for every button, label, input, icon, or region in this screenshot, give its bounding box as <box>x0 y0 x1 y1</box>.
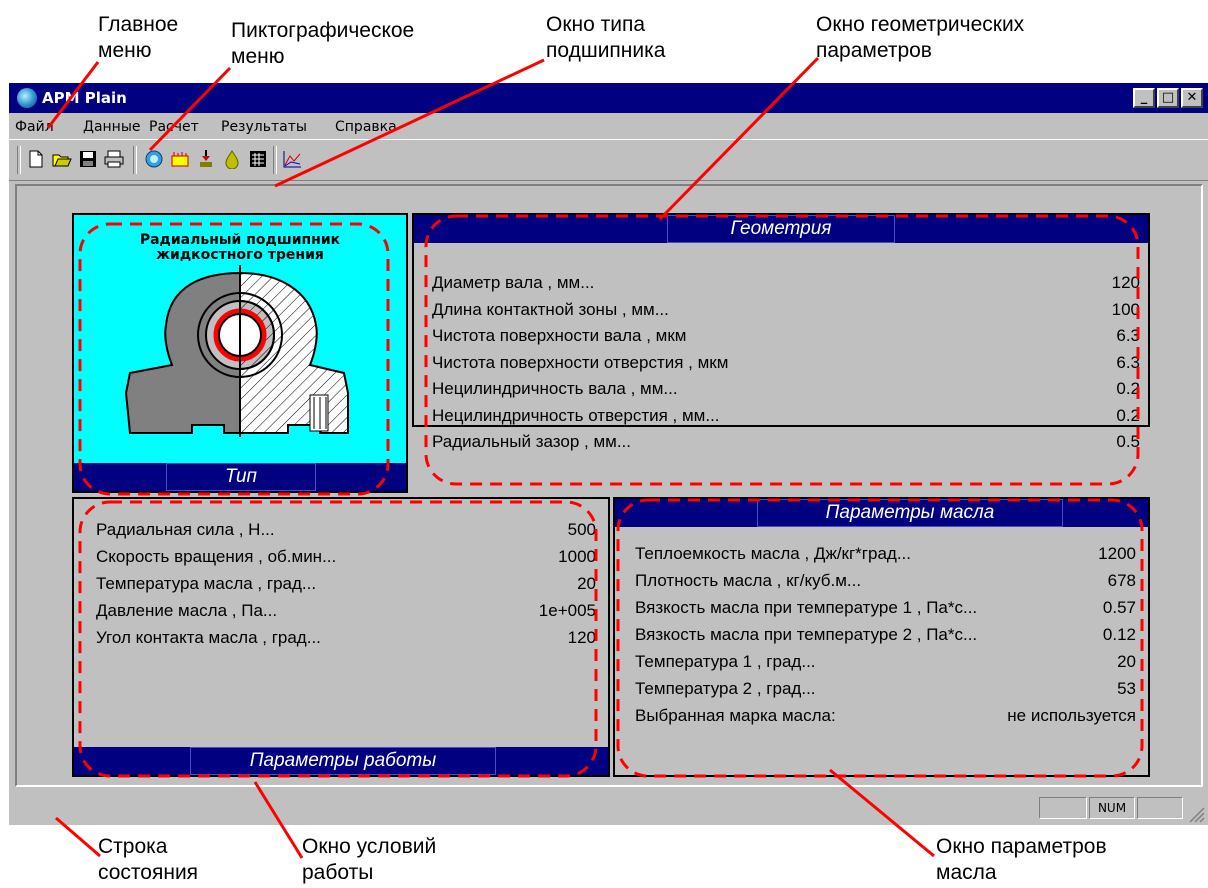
work-row-value[interactable]: 500 <box>568 519 596 541</box>
minimize-button[interactable]: _ <box>1133 88 1155 108</box>
work-row-label[interactable]: Давление масла , Па... <box>96 600 277 622</box>
geometry-title: Геометрия <box>667 215 895 243</box>
calculator-icon[interactable] <box>247 148 269 170</box>
print-icon[interactable] <box>103 148 125 170</box>
geometry-row-value[interactable]: 120 <box>1112 272 1140 294</box>
oil-row-value[interactable]: 1200 <box>1098 543 1136 565</box>
annotation-icon-menu: Пиктографическое меню <box>231 19 415 68</box>
annotation-main-menu: Главное меню <box>98 13 179 62</box>
oil-row-value[interactable]: 20 <box>1117 651 1136 673</box>
work-row-value[interactable]: 1000 <box>558 546 596 568</box>
oil-row-value[interactable]: не используется <box>1007 705 1136 727</box>
graph-icon[interactable] <box>281 148 303 170</box>
status-bar: NUM <box>9 791 1208 825</box>
geometry-row-value[interactable]: 0.2 <box>1116 405 1140 427</box>
window-title: APM Plain <box>42 89 127 107</box>
work-row-value[interactable]: 1e+005 <box>539 600 596 622</box>
work-row-label[interactable]: Радиальная сила , Н... <box>96 519 275 541</box>
title-bar[interactable]: APM Plain _ □ ✕ <box>9 83 1208 113</box>
menu-calc[interactable]: Расчет <box>149 119 199 135</box>
annotation-geometry-window: Окно геометрических параметров <box>816 13 1025 62</box>
resize-grip-icon[interactable] <box>1187 805 1205 823</box>
work-titlebar: Параметры работы <box>74 747 608 775</box>
oil-row-label[interactable]: Теплоемкость масла , Дж/кг*град... <box>635 543 911 565</box>
menu-data[interactable]: Данные <box>83 119 141 135</box>
new-file-icon[interactable] <box>25 148 47 170</box>
work-conditions-panel: Радиальная сила , Н... 500 Скорость вращен… <box>72 497 610 777</box>
geometry-row-label[interactable]: Диаметр вала , мм... <box>432 272 594 294</box>
oil-row-label[interactable]: Вязкость масла при температуре 2 , Па*с.… <box>635 624 977 646</box>
oil-row-label[interactable]: Температура 2 , град... <box>635 678 816 700</box>
work-row-label[interactable]: Угол контакта масла , град... <box>96 627 321 649</box>
geometry-row-label[interactable]: Чистота поверхности отверстия , мкм <box>432 352 728 374</box>
menu-results[interactable]: Результаты <box>221 119 307 135</box>
annotation-oil-params-window: Окно параметров масла <box>936 835 1107 884</box>
work-row-label[interactable]: Температура масла , град... <box>96 573 316 595</box>
bearing-drawing <box>124 265 349 437</box>
work-row-value[interactable]: 20 <box>577 573 596 595</box>
work-title: Параметры работы <box>190 747 496 775</box>
status-field-caps <box>1039 797 1087 819</box>
geometry-row-value[interactable]: 6.3 <box>1116 352 1140 374</box>
oil-row-label[interactable]: Выбранная марка масла: <box>635 705 836 727</box>
oil-row-label[interactable]: Температура 1 , град... <box>635 651 816 673</box>
bearing-type-panel: Радиальный подшипник жидкостного трения <box>72 213 408 493</box>
status-num: NUM <box>1089 797 1135 819</box>
geometry-row-value[interactable]: 100 <box>1112 299 1140 321</box>
oil-row-value[interactable]: 0.12 <box>1103 624 1136 646</box>
geometry-row-label[interactable]: Длина контактной зоны , мм... <box>432 299 669 321</box>
work-row-label[interactable]: Скорость вращения , об.мин... <box>96 546 336 568</box>
geometry-row-value[interactable]: 6.3 <box>1116 325 1140 347</box>
app-icon[interactable] <box>17 88 37 108</box>
geometry-row-label[interactable]: Радиальный зазор , мм... <box>432 431 631 453</box>
geometry-titlebar: Геометрия <box>414 215 1148 243</box>
oil-row-value[interactable]: 678 <box>1108 570 1136 592</box>
oil-row-label[interactable]: Плотность масла , кг/куб.м... <box>635 570 861 592</box>
maximize-button[interactable]: □ <box>1157 88 1179 108</box>
annotation-status-bar: Строка состояния <box>98 835 199 884</box>
menu-file[interactable]: Файл <box>15 119 54 135</box>
bearing-type-icon[interactable] <box>143 148 165 170</box>
geometry-row-label[interactable]: Чистота поверхности вала , мкм <box>432 325 687 347</box>
load-icon[interactable] <box>195 148 217 170</box>
geometry-row-value[interactable]: 0.2 <box>1116 378 1140 400</box>
oil-icon[interactable] <box>221 148 243 170</box>
geometry-row-value[interactable]: 0.5 <box>1116 431 1140 453</box>
annotation-bearing-type-window: Окно типа подшипника <box>546 13 666 62</box>
oil-row-value[interactable]: 0.57 <box>1103 597 1136 619</box>
geometry-row-label[interactable]: Нецилиндричность отверстия , мм... <box>432 405 720 427</box>
geometry-row-label[interactable]: Нецилиндричность вала , мм... <box>432 378 678 400</box>
menu-help[interactable]: Справка <box>335 119 397 135</box>
oil-row-value[interactable]: 53 <box>1117 678 1136 700</box>
oil-titlebar: Параметры масла <box>615 499 1148 527</box>
oil-row-label[interactable]: Вязкость масла при температуре 1 , Па*с.… <box>635 597 977 619</box>
oil-params-panel: Параметры масла Теплоемкость масла , Дж/… <box>613 497 1150 777</box>
status-field-scrl <box>1137 797 1183 819</box>
bearing-type-titlebar: Тип <box>74 463 406 491</box>
app-window: APM Plain _ □ ✕ Файл Данные Расчет Резул… <box>9 83 1208 825</box>
work-row-value[interactable]: 120 <box>568 627 596 649</box>
close-button[interactable]: ✕ <box>1181 88 1203 108</box>
icon-toolbar <box>9 139 1208 181</box>
oil-title: Параметры масла <box>757 499 1063 527</box>
annotation-work-conditions-window: Окно условий работы <box>302 835 437 884</box>
geometry-icon[interactable] <box>169 148 191 170</box>
open-folder-icon[interactable] <box>51 148 73 170</box>
geometry-panel: Геометрия Диаметр вала , мм... 120 Длина к… <box>412 213 1150 451</box>
bearing-type-title: Тип <box>166 463 316 491</box>
save-disk-icon[interactable] <box>77 148 99 170</box>
main-menu: Файл Данные Расчет Результаты Справка <box>9 114 1208 138</box>
